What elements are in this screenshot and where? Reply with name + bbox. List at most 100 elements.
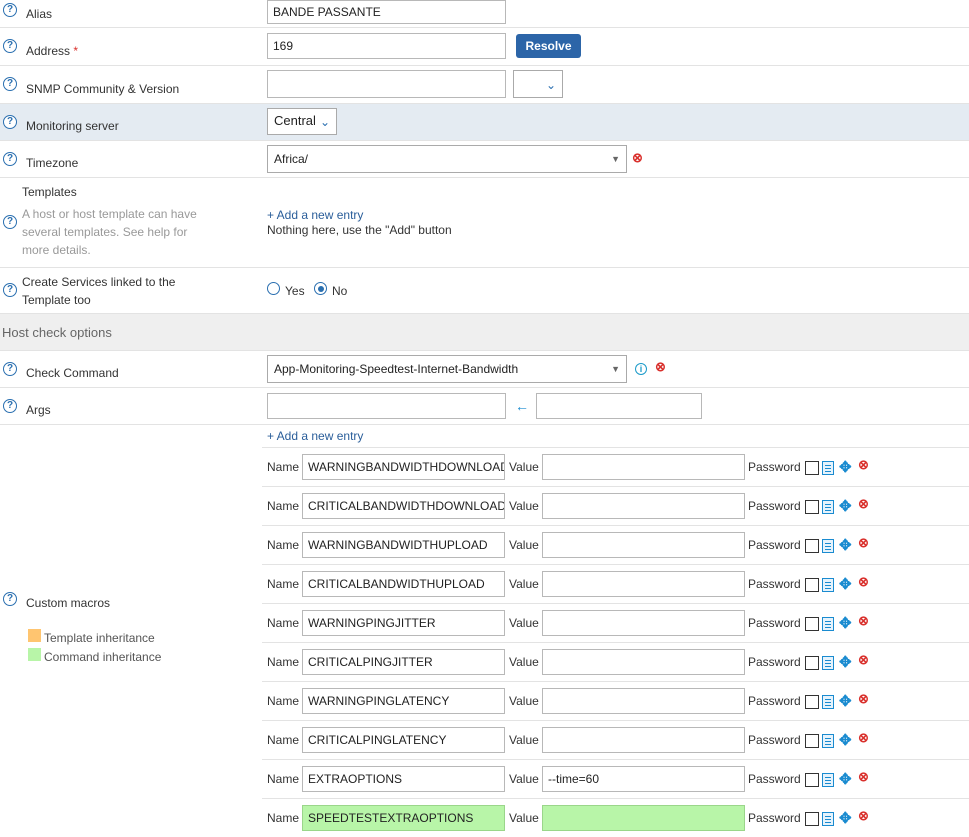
macro-description-icon[interactable] xyxy=(822,461,834,475)
macro-move-icon[interactable]: ✥ xyxy=(839,575,852,593)
arrow-left-icon[interactable]: ← xyxy=(515,398,529,414)
address-input[interactable]: 169 xyxy=(267,33,506,59)
check-command-select[interactable]: App-Monitoring-Speedtest-Internet-Bandwi… xyxy=(267,355,627,383)
help-icon[interactable]: ? xyxy=(3,39,17,53)
templates-help-line2: several templates. See help for xyxy=(22,225,188,239)
row-address: ? Address * 169 Resolve xyxy=(0,28,969,66)
clear-icon[interactable]: ⊗ xyxy=(655,360,666,373)
macro-name-input[interactable]: WARNINGPINGJITTER xyxy=(302,610,505,636)
macro-row: Name EXTRAOPTIONS Value --time=60 Password ✥ ⊗ xyxy=(262,759,969,798)
macro-password-checkbox[interactable] xyxy=(805,617,819,631)
macro-row: Name WARNINGPINGLATENCY Value Password ✥ ⊗ xyxy=(262,681,969,720)
macro-move-icon[interactable]: ✥ xyxy=(839,614,852,632)
help-icon[interactable]: ? xyxy=(3,362,17,376)
macro-value-label: Value xyxy=(509,577,539,591)
macro-remove-icon[interactable]: ⊗ xyxy=(858,653,869,666)
macro-name-input[interactable]: WARNINGBANDWIDTHUPLOAD xyxy=(302,532,505,558)
macro-description-icon[interactable] xyxy=(822,656,834,670)
help-icon[interactable]: ? xyxy=(3,152,17,166)
macro-name-label: Name xyxy=(267,499,300,513)
macro-password-checkbox[interactable] xyxy=(805,461,819,475)
macro-description-icon[interactable] xyxy=(822,734,834,748)
macro-remove-icon[interactable]: ⊗ xyxy=(858,536,869,549)
macro-password-checkbox[interactable] xyxy=(805,656,819,670)
macro-password-checkbox[interactable] xyxy=(805,578,819,592)
help-icon[interactable]: ? xyxy=(3,592,17,606)
macro-move-icon[interactable]: ✥ xyxy=(839,809,852,827)
clear-icon[interactable]: ⊗ xyxy=(632,151,643,164)
timezone-select[interactable]: Africa/ ▼ xyxy=(267,145,627,173)
help-icon[interactable]: ? xyxy=(3,283,17,297)
macro-value-label: Value xyxy=(509,616,539,630)
macro-password-checkbox[interactable] xyxy=(805,695,819,709)
alias-input[interactable]: BANDE PASSANTE xyxy=(267,0,506,24)
macro-remove-icon[interactable]: ⊗ xyxy=(858,575,869,588)
macro-remove-icon[interactable]: ⊗ xyxy=(858,458,869,471)
macro-value-input[interactable] xyxy=(542,571,745,597)
info-icon[interactable]: i xyxy=(635,363,647,375)
macro-description-icon[interactable] xyxy=(822,773,834,787)
macro-password-checkbox[interactable] xyxy=(805,500,819,514)
help-icon[interactable]: ? xyxy=(3,399,17,413)
macro-remove-icon[interactable]: ⊗ xyxy=(858,692,869,705)
macro-move-icon[interactable]: ✥ xyxy=(839,536,852,554)
snmp-version-select[interactable]: ⌄ xyxy=(513,70,563,98)
args-example-input[interactable] xyxy=(536,393,702,419)
macro-value-input[interactable] xyxy=(542,688,745,714)
macro-remove-icon[interactable]: ⊗ xyxy=(858,770,869,783)
macro-description-icon[interactable] xyxy=(822,500,834,514)
macro-move-icon[interactable]: ✥ xyxy=(839,770,852,788)
macro-value-input[interactable] xyxy=(542,610,745,636)
macro-value-input[interactable] xyxy=(542,532,745,558)
macro-remove-icon[interactable]: ⊗ xyxy=(858,614,869,627)
macro-name-input[interactable]: SPEEDTESTEXTRAOPTIONS xyxy=(302,805,505,831)
radio-no[interactable] xyxy=(314,282,327,295)
required-mark: * xyxy=(73,44,79,58)
macro-description-icon[interactable] xyxy=(822,539,834,553)
macro-value-input[interactable] xyxy=(542,454,745,480)
macro-password-checkbox[interactable] xyxy=(805,812,819,826)
help-icon[interactable]: ? xyxy=(3,3,17,17)
args-input[interactable] xyxy=(267,393,506,419)
macro-remove-icon[interactable]: ⊗ xyxy=(858,731,869,744)
macro-value-label: Value xyxy=(509,811,539,825)
macro-move-icon[interactable]: ✥ xyxy=(839,731,852,749)
macro-name-input[interactable]: WARNINGBANDWIDTHDOWNLOAD xyxy=(302,454,505,480)
macro-description-icon[interactable] xyxy=(822,578,834,592)
macro-description-icon[interactable] xyxy=(822,812,834,826)
macro-description-icon[interactable] xyxy=(822,695,834,709)
macro-name-input[interactable]: WARNINGPINGLATENCY xyxy=(302,688,505,714)
macro-row: Name CRITICALBANDWIDTHUPLOAD Value Password… xyxy=(262,564,969,603)
templates-add-link[interactable]: + Add a new entry xyxy=(267,208,363,222)
macro-name-input[interactable]: CRITICALBANDWIDTHDOWNLOAD xyxy=(302,493,505,519)
macro-name-input[interactable]: CRITICALBANDWIDTHUPLOAD xyxy=(302,571,505,597)
macro-password-checkbox[interactable] xyxy=(805,773,819,787)
macro-description-icon[interactable] xyxy=(822,617,834,631)
macro-move-icon[interactable]: ✥ xyxy=(839,692,852,710)
radio-yes[interactable] xyxy=(267,282,280,295)
macro-name-input[interactable]: CRITICALPINGJITTER xyxy=(302,649,505,675)
macro-name-input[interactable]: CRITICALPINGLATENCY xyxy=(302,727,505,753)
macro-remove-icon[interactable]: ⊗ xyxy=(858,809,869,822)
macro-remove-icon[interactable]: ⊗ xyxy=(858,497,869,510)
macro-value-input[interactable] xyxy=(542,805,745,831)
help-icon[interactable]: ? xyxy=(3,115,17,129)
macro-password-label: Password xyxy=(748,616,801,630)
macro-move-icon[interactable]: ✥ xyxy=(839,458,852,476)
help-icon[interactable]: ? xyxy=(3,215,17,229)
macro-name-input[interactable]: EXTRAOPTIONS xyxy=(302,766,505,792)
snmp-community-input[interactable] xyxy=(267,70,506,98)
command-inheritance-label: Command inheritance xyxy=(44,650,162,664)
resolve-button[interactable]: Resolve xyxy=(516,34,581,58)
macro-password-checkbox[interactable] xyxy=(805,539,819,553)
monitoring-server-select[interactable]: Central ⌄ xyxy=(267,108,337,135)
macro-move-icon[interactable]: ✥ xyxy=(839,497,852,515)
macro-move-icon[interactable]: ✥ xyxy=(839,653,852,671)
macro-password-checkbox[interactable] xyxy=(805,734,819,748)
macro-value-input[interactable] xyxy=(542,727,745,753)
help-icon[interactable]: ? xyxy=(3,77,17,91)
macros-add-link[interactable]: + Add a new entry xyxy=(267,429,363,443)
macro-value-input[interactable] xyxy=(542,493,745,519)
macro-value-input[interactable]: --time=60 xyxy=(542,766,745,792)
macro-value-input[interactable] xyxy=(542,649,745,675)
